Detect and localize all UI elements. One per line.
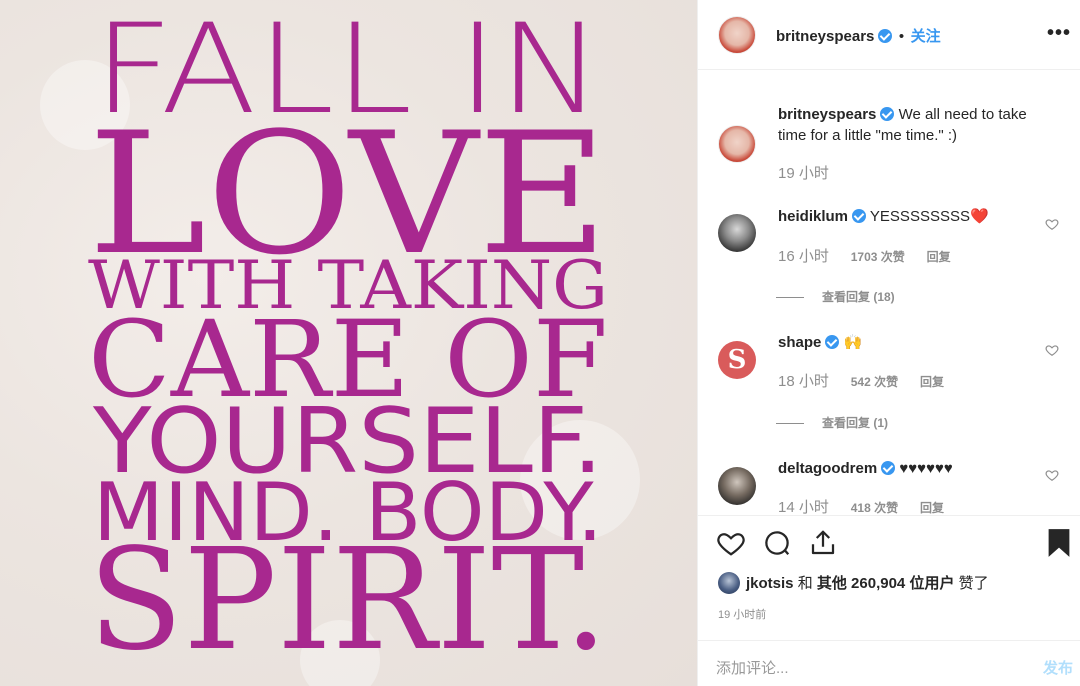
liker-username[interactable]: jkotsis: [746, 575, 794, 592]
comment-likes[interactable]: 1703 次赞: [851, 250, 905, 264]
comment-likes[interactable]: 418 次赞: [851, 501, 898, 515]
publish-button[interactable]: 发布: [1043, 657, 1073, 678]
separator-dot: •: [898, 28, 905, 45]
view-replies-button[interactable]: 查看回复 (1): [776, 414, 888, 431]
avatar[interactable]: [718, 572, 740, 594]
view-replies-button[interactable]: 查看回复 (18): [776, 288, 895, 305]
caption-meta: 19 小时: [778, 162, 847, 183]
view-replies-label: 查看回复 (18): [822, 290, 895, 304]
caption-text-block: britneyspears We all need to take time f…: [778, 104, 1048, 146]
header-user-line: britneyspears • 关注: [776, 25, 941, 46]
post-time[interactable]: 19 小时前: [718, 606, 766, 622]
comments-list[interactable]: britneyspears We all need to take time f…: [698, 71, 1080, 515]
poster-line-7: SPIRIT.: [88, 519, 608, 682]
comment-likes[interactable]: 542 次赞: [851, 375, 898, 389]
comment-text: 🙌: [843, 334, 863, 351]
likes-and: 和: [797, 575, 813, 592]
likes-others[interactable]: 其他 260,904 位用户: [817, 575, 955, 592]
view-replies-label: 查看回复 (1): [822, 416, 889, 430]
comment-time: 14 小时: [778, 499, 829, 515]
comment-time: 18 小时: [778, 373, 829, 390]
comment-icon[interactable]: [762, 528, 792, 558]
verified-icon: [881, 461, 896, 475]
comment-meta: 14 小时 418 次赞 回复: [778, 496, 962, 515]
comment-text: ♥♥♥♥♥♥: [899, 460, 953, 477]
reply-button[interactable]: 回复: [920, 375, 944, 389]
comment-input[interactable]: 添加评论...: [716, 657, 789, 678]
comment-text-block: deltagoodrem ♥♥♥♥♥♥: [778, 458, 1048, 479]
replies-divider: [776, 423, 804, 425]
like-comment-heart-icon[interactable]: [1045, 343, 1059, 357]
caption-username[interactable]: britneyspears: [778, 106, 876, 123]
replies-divider: [776, 297, 804, 299]
like-comment-heart-icon[interactable]: [1045, 217, 1059, 231]
comment-meta: 18 小时 542 次赞 回复: [778, 370, 962, 391]
verified-icon: [852, 209, 867, 223]
comment-username[interactable]: deltagoodrem: [778, 460, 877, 477]
caption-time: 19 小时: [778, 165, 829, 182]
verified-icon: [878, 29, 893, 43]
comment-text: YESSSSSSSS❤️: [869, 208, 989, 225]
comment-username[interactable]: shape: [778, 334, 821, 351]
post-image[interactable]: FALL IN LOVE WITH TAKING CARE OF YOURSEL…: [0, 0, 697, 686]
verified-icon: [880, 107, 895, 121]
poster-text-art: FALL IN LOVE WITH TAKING CARE OF YOURSEL…: [88, 0, 608, 682]
avatar[interactable]: [718, 16, 756, 54]
avatar[interactable]: [718, 467, 756, 505]
comment-time: 16 小时: [778, 248, 829, 265]
verified-icon: [825, 335, 840, 349]
likes-summary: jkotsis 和 其他 260,904 位用户 赞了: [718, 572, 989, 594]
reply-button[interactable]: 回复: [920, 501, 944, 515]
like-comment-heart-icon[interactable]: [1045, 468, 1059, 482]
likes-suffix: 赞了: [958, 575, 989, 592]
post-panel: britneyspears • 关注 ••• britneyspears We …: [697, 0, 1080, 686]
add-comment-bar: 添加评论... 发布: [698, 640, 1080, 686]
avatar[interactable]: [718, 125, 756, 163]
bookmark-icon[interactable]: [1045, 528, 1073, 558]
avatar[interactable]: [718, 214, 756, 252]
avatar[interactable]: S: [718, 341, 756, 379]
follow-button[interactable]: 关注: [911, 28, 941, 45]
comment-text-block: shape 🙌: [778, 332, 1048, 353]
reply-button[interactable]: 回复: [927, 250, 951, 264]
post-header: britneyspears • 关注 •••: [698, 0, 1080, 70]
heart-icon[interactable]: [716, 528, 746, 558]
post-actions: jkotsis 和 其他 260,904 位用户 赞了 19 小时前: [698, 515, 1080, 635]
comment-username[interactable]: heidiklum: [778, 208, 848, 225]
comment-meta: 16 小时 1703 次赞 回复: [778, 245, 969, 266]
comment-text-block: heidiklum YESSSSSSSS❤️: [778, 206, 1048, 227]
share-icon[interactable]: [808, 528, 838, 558]
more-icon[interactable]: •••: [1047, 22, 1071, 45]
header-username[interactable]: britneyspears: [776, 28, 874, 45]
